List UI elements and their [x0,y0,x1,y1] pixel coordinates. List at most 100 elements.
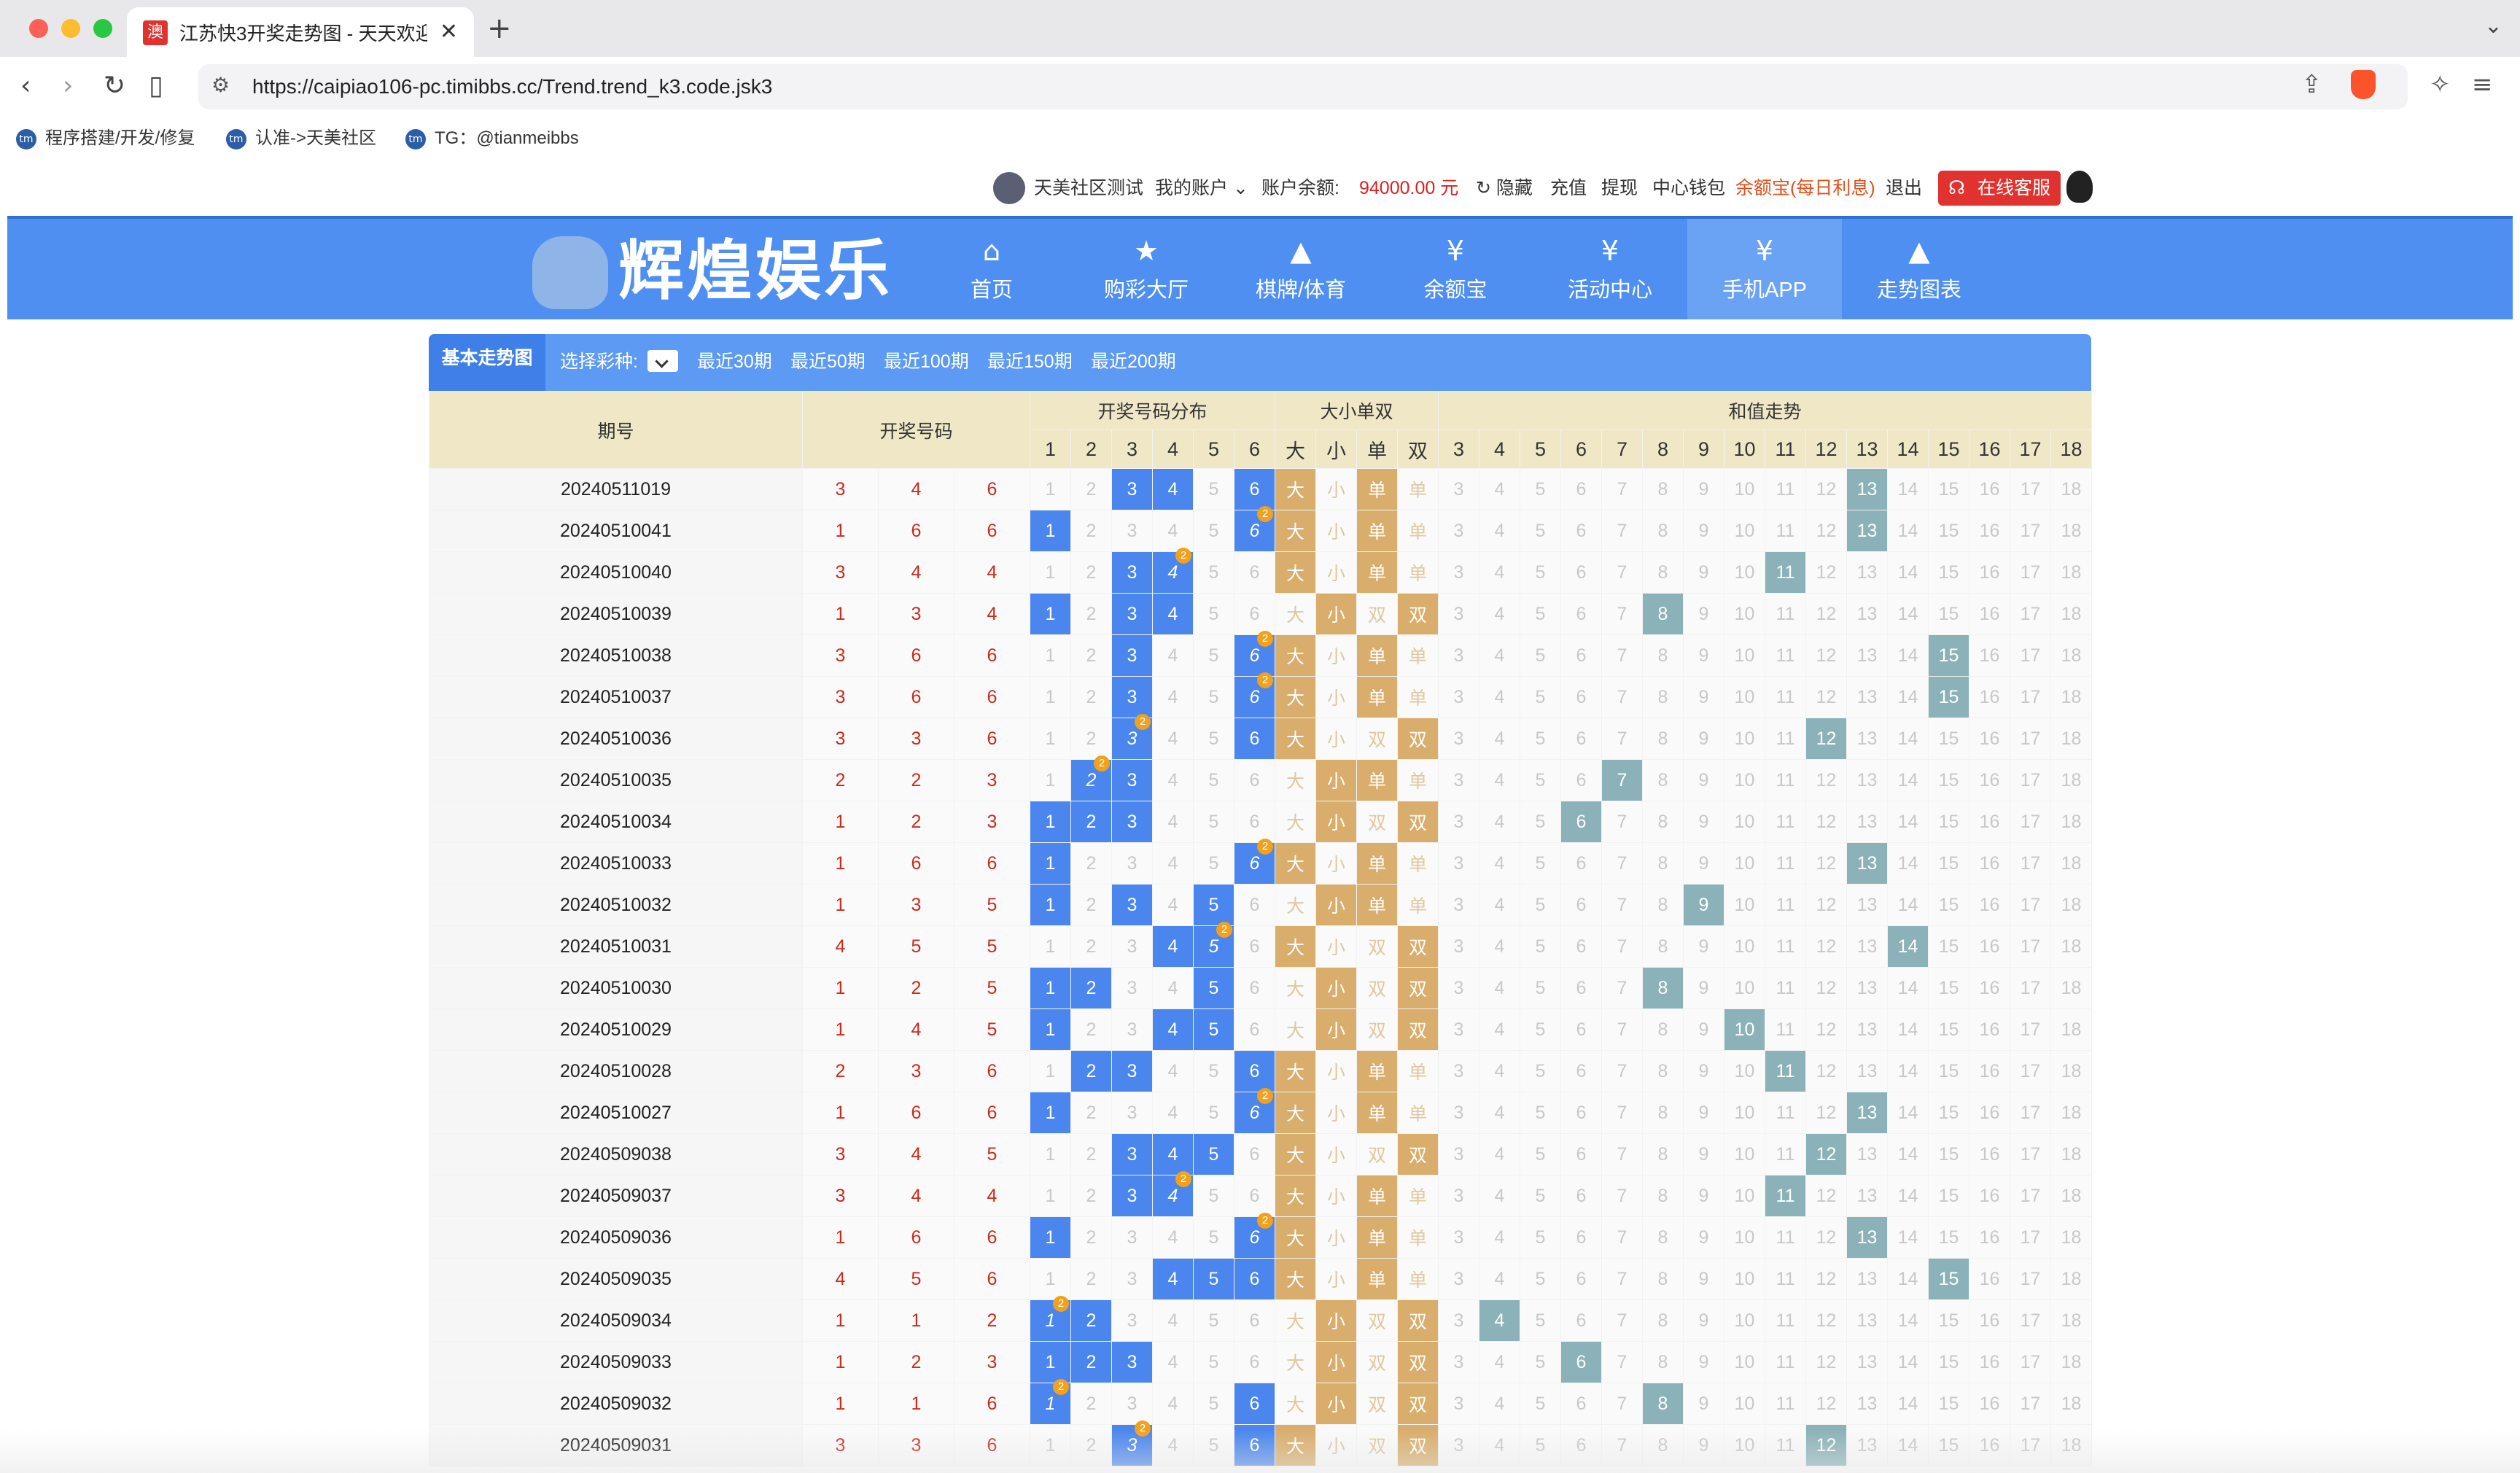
sum-cell: 12 [1805,551,1847,594]
sum-cell: 18 [2050,925,2092,968]
nav-trend-chart[interactable]: ▲ 走势图表 [1842,219,1996,319]
browser-tab[interactable]: 澳 江苏快3开奖走势图 - 天天欢迎 ✕ [127,7,474,57]
qq-icon[interactable] [2066,171,2093,203]
nav-mobile-app[interactable]: ¥ 手机APP [1687,219,1842,319]
bookmark-item-telegram[interactable]: tm TG：@tianmeibbs [405,125,579,152]
tab-title: 江苏快3开奖走势图 - 天天欢迎 [179,23,427,44]
bookmark-item-community[interactable]: tm 认准->天美社区 [226,125,376,152]
sum-cell: 12 [1805,510,1847,552]
sum-cell: 6 [1560,925,1602,968]
sum-cell: 15 [1928,1216,1969,1259]
sum-cell: 17 [2010,759,2051,801]
withdraw-link[interactable]: 提现 [1601,175,1638,201]
sum-cell: 5 [1520,676,1561,718]
logout-link[interactable]: 退出 [1886,175,1922,201]
avatar[interactable] [993,172,1025,204]
sum-cell: 16 [1969,1092,2010,1134]
dxds-cell: 单 [1356,1175,1398,1217]
bookmark-item-dev[interactable]: tm 程序搭建/开发/修复 [16,125,195,152]
dist-cell: 5 [1193,759,1234,801]
site-settings-icon[interactable]: ⚙ [211,73,230,97]
nav-yuebao[interactable]: ¥ 余额宝 [1378,219,1533,319]
dist-cell: 1 [1030,1050,1071,1092]
arrow-right-icon[interactable]: › [63,70,73,102]
repeat-count-badge: 2 [1257,506,1273,522]
sum-cell: 10 [1724,510,1765,552]
sum-cell: 15 [1928,468,1969,510]
site-logo[interactable]: 辉煌娱乐 [618,232,892,311]
sum-cell: 9 [1683,1092,1724,1134]
dxds-cell: 小 [1315,925,1357,968]
tab-basic-trend[interactable]: 基本走势图 [429,334,545,391]
range-30[interactable]: 最近30期 [697,349,772,375]
sum-cell: 8 [1642,551,1684,594]
recharge-link[interactable]: 充值 [1550,175,1587,201]
sum-cell: 18 [2050,718,2092,760]
dxds-cell: 双 [1356,967,1398,1009]
dist-cell: 6 [1234,468,1275,510]
sum-cell: 11 [1765,842,1806,885]
lottery-select[interactable] [648,350,678,372]
sum-cell: 3 [1438,884,1479,926]
menu-icon[interactable]: ≡ [2472,70,2493,99]
nav-chess-sports[interactable]: ▲ 棋牌/体育 [1224,219,1378,319]
nav-lottery-hall[interactable]: ★ 购彩大厅 [1069,219,1224,319]
sum-cell: 4 [1479,593,1520,635]
nav-activity-center[interactable]: ¥ 活动中心 [1533,219,1687,319]
nav-label: 手机APP [1722,279,1808,302]
dxds-cell: 小 [1315,1424,1357,1466]
sum-cell: 10 [1724,1050,1765,1092]
url-text[interactable]: https://caipiao106-pc.timibbs.cc/Trend.t… [252,74,772,99]
table-row: 20240510034 1 2 3 1 2 3 4 5 6 大小双双 3 4 5 6 7 8 9 10 11 12 13 1… [429,801,2092,843]
draw-number-cell: 4 [878,468,954,510]
range-200[interactable]: 最近200期 [1091,349,1176,375]
sum-cell: 7 [1601,1133,1643,1175]
dist-cell: 3 [1111,1133,1153,1175]
maximize-window-button[interactable] [93,19,112,38]
sum-cell: 15 [1928,1175,1969,1217]
dxds-cell: 单 [1397,510,1439,552]
dist-cell: 4 [1152,801,1194,843]
close-window-button[interactable] [29,19,48,38]
minimize-window-button[interactable] [61,19,80,38]
nav-home[interactable]: ⌂ 首页 [914,219,1069,319]
username[interactable]: 天美社区测试 [1034,175,1143,201]
new-tab-icon[interactable]: + [487,12,512,45]
arrow-left-icon[interactable]: ‹ [20,70,31,102]
share-icon[interactable]: ⇪ [2301,70,2322,99]
sum-cell: 13 [1846,1175,1888,1217]
sum-cell: 18 [2050,801,2092,843]
sum-cell: 4 [1479,1092,1520,1134]
wallet-link[interactable]: 中心钱包 [1652,175,1725,201]
sum-cell: 10 [1724,468,1765,510]
my-account-menu[interactable]: 我的账户 ⌄ [1155,175,1248,201]
dxds-cell: 小 [1315,1092,1357,1134]
range-50[interactable]: 最近50期 [790,349,866,375]
hide-balance-button[interactable]: ↻ 隐藏 [1476,175,1533,201]
range-150[interactable]: 最近150期 [987,349,1073,375]
dxds-cell: 单 [1397,1175,1439,1217]
range-100[interactable]: 最近100期 [884,349,969,375]
brave-shield-icon[interactable] [2351,70,2376,99]
main-nav: 辉煌娱乐 ⌂ 首页 ★ 购彩大厅 ▲ 棋牌/体育 ¥ 余额宝 ¥ 活动中心 ¥ … [7,216,2513,319]
sparkle-icon[interactable]: ✧ [2430,70,2451,99]
draw-number-cell: 3 [802,1133,879,1175]
dist-cell: 6 [1234,593,1275,635]
tab-list-chevron-icon[interactable]: ⌄ [2484,13,2502,39]
period-cell: 20240509031 [429,1424,803,1466]
online-service-button[interactable]: ☊ 在线客服 [1938,171,2061,206]
close-tab-icon[interactable]: ✕ [440,19,458,44]
reload-icon[interactable]: ↻ [104,70,125,102]
draw-number-cell: 4 [802,925,879,968]
yuebao-link[interactable]: 余额宝(每日利息) [1735,175,1875,201]
address-bar[interactable]: ⚙ https://caipiao106-pc.timibbs.cc/Trend… [198,64,2408,109]
dist-cell: 4 [1152,676,1194,718]
sum-cell: 13 [1846,967,1888,1009]
dist-cell: 3 [1111,759,1153,801]
sum-cell: 11 [1765,1341,1806,1383]
bookmark-icon[interactable]: ▯ [149,70,163,102]
sum-cell: 4 [1479,884,1520,926]
sum-cell: 13 [1846,801,1888,843]
dxds-cell: 小 [1315,1341,1357,1383]
draw-number-cell: 6 [954,718,1030,760]
